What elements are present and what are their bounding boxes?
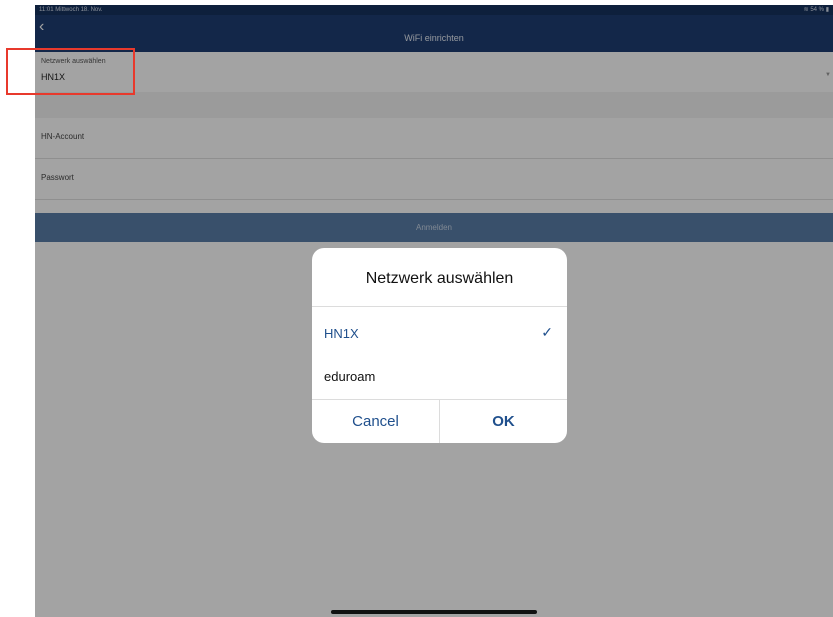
- highlight-box: [6, 48, 135, 95]
- home-indicator[interactable]: [331, 610, 537, 614]
- network-picker-dialog: Netzwerk auswählen HN1X ✓ eduroam Cancel…: [312, 248, 567, 443]
- option-eduroam[interactable]: eduroam: [324, 369, 375, 384]
- dialog-title: Netzwerk auswählen: [365, 270, 514, 287]
- option-hn1x[interactable]: HN1X: [324, 326, 359, 341]
- cancel-button[interactable]: Cancel: [312, 400, 439, 443]
- checkmark-icon: ✓: [541, 324, 553, 340]
- ok-button[interactable]: OK: [440, 400, 567, 443]
- divider: [312, 306, 567, 307]
